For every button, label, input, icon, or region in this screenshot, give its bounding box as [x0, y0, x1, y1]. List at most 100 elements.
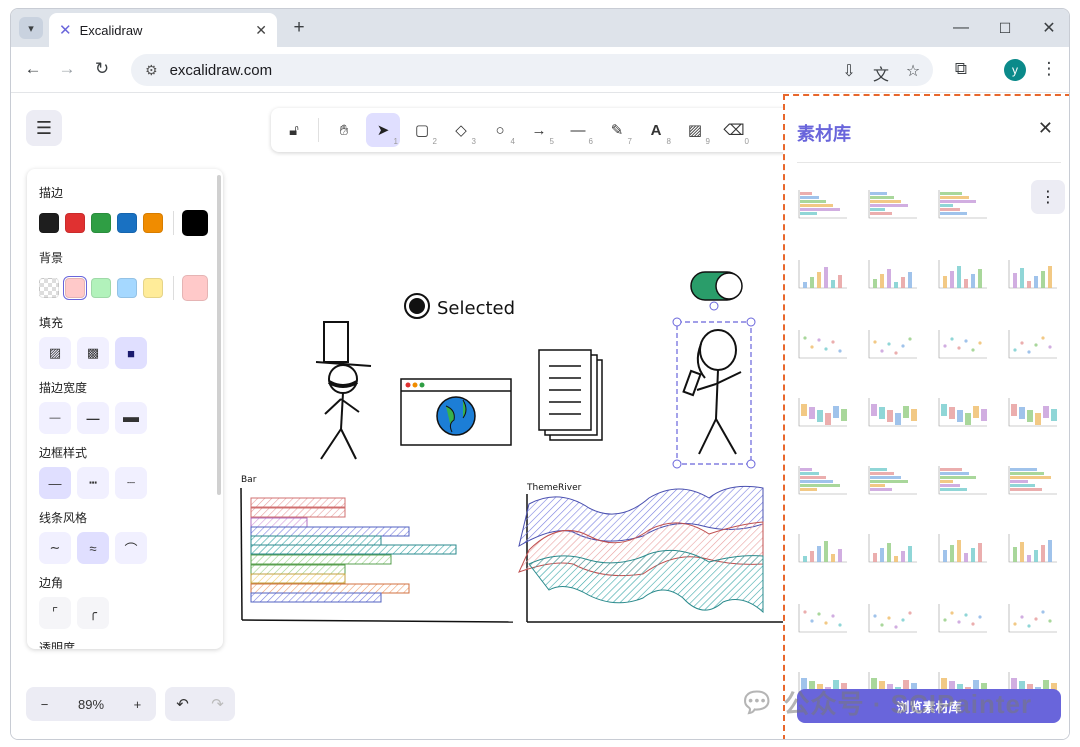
- library-item[interactable]: [797, 328, 849, 360]
- bg-swatch-green[interactable]: [91, 278, 111, 298]
- library-item[interactable]: [797, 258, 849, 290]
- back-icon[interactable]: ←: [21, 59, 45, 79]
- library-item[interactable]: [867, 396, 919, 428]
- tool-line[interactable]: —6: [561, 113, 595, 147]
- library-item[interactable]: [867, 328, 919, 360]
- library-item[interactable]: [797, 464, 849, 496]
- tool-text[interactable]: A8: [639, 113, 673, 147]
- bg-swatch-yellow[interactable]: [143, 278, 163, 298]
- tool-draw[interactable]: ✎ 7: [600, 113, 634, 147]
- stroke-current-color[interactable]: [182, 210, 208, 236]
- main-menu-button[interactable]: ☰: [26, 110, 62, 146]
- sloppiness-architect-button[interactable]: ∼: [39, 532, 71, 564]
- tab-excalidraw[interactable]: ✕ Excalidraw ✕: [49, 13, 277, 47]
- library-item[interactable]: [937, 396, 989, 428]
- tool-image[interactable]: ▨ 9: [678, 113, 712, 147]
- tool-hand[interactable]: ✋︎: [327, 113, 361, 147]
- library-item[interactable]: [867, 464, 919, 496]
- documents-stack-sketch[interactable]: [538, 349, 603, 441]
- bg-swatch-transparent[interactable]: [39, 278, 59, 298]
- stroke-swatch-red[interactable]: [65, 213, 85, 233]
- bg-current-color[interactable]: [182, 275, 208, 301]
- library-item[interactable]: [937, 602, 989, 634]
- library-item[interactable]: [867, 532, 919, 564]
- bg-swatch-blue[interactable]: [117, 278, 137, 298]
- library-item[interactable]: [797, 602, 849, 634]
- bg-swatch-pink[interactable]: [63, 276, 87, 300]
- menu-kebab-icon[interactable]: ⋮: [1037, 59, 1061, 79]
- library-item[interactable]: [937, 328, 989, 360]
- profile-avatar[interactable]: y: [1004, 59, 1026, 81]
- stroke-swatch-green[interactable]: [91, 213, 111, 233]
- library-item[interactable]: [937, 464, 989, 496]
- bookmark-star-icon[interactable]: ☆: [901, 61, 925, 81]
- library-item[interactable]: [1007, 396, 1059, 428]
- maximize-button[interactable]: ☐: [993, 17, 1017, 39]
- minimize-button[interactable]: —: [949, 17, 973, 39]
- library-item[interactable]: [797, 396, 849, 428]
- tool-lock[interactable]: 🔓︎: [277, 113, 311, 147]
- tool-ellipse[interactable]: ○ 4: [483, 113, 517, 147]
- tool-eraser[interactable]: ⌫ 0: [717, 113, 751, 147]
- close-window-button[interactable]: ✕: [1037, 17, 1061, 39]
- zoom-out-button[interactable]: −: [41, 697, 49, 712]
- stroke-dashed-button[interactable]: ┅: [77, 467, 109, 499]
- woman-stick-figure[interactable]: [682, 329, 742, 455]
- library-item[interactable]: [1007, 258, 1059, 290]
- install-app-icon[interactable]: ⇩: [837, 61, 861, 81]
- library-item[interactable]: [867, 188, 919, 220]
- bar-chart-sketch[interactable]: Bar: [240, 475, 514, 623]
- fill-crosshatch-button[interactable]: ▩: [77, 337, 109, 369]
- stroke-swatch-black[interactable]: [39, 213, 59, 233]
- reload-icon[interactable]: ↻: [90, 59, 114, 79]
- drawing-canvas[interactable]: Selected Bar ThemeRiver ☰ 🔓︎ ✋︎ ➤ 1 ▢ 2 …: [11, 94, 1069, 739]
- zoom-in-button[interactable]: +: [134, 697, 142, 712]
- library-item[interactable]: [867, 258, 919, 290]
- toggle-switch-sketch[interactable]: [690, 271, 743, 301]
- tool-rectangle[interactable]: ▢ 2: [405, 113, 439, 147]
- site-settings-icon[interactable]: ⚙: [145, 62, 158, 79]
- magician-stick-figure[interactable]: [315, 321, 372, 460]
- library-item[interactable]: [1007, 532, 1059, 564]
- stroke-bold-button[interactable]: —: [77, 402, 109, 434]
- stroke-dotted-button[interactable]: ┈: [115, 467, 147, 499]
- stroke-swatch-orange[interactable]: [143, 213, 163, 233]
- library-item[interactable]: [1007, 602, 1059, 634]
- extensions-icon[interactable]: ⧉: [949, 59, 973, 79]
- translate-icon[interactable]: 文: [869, 61, 893, 85]
- zoom-level[interactable]: 89%: [78, 697, 104, 712]
- edges-round-button[interactable]: ╭: [77, 597, 109, 629]
- stroke-solid-button[interactable]: —: [39, 467, 71, 499]
- library-item[interactable]: [797, 532, 849, 564]
- sloppiness-artist-button[interactable]: ≈: [77, 532, 109, 564]
- undo-icon[interactable]: ↶: [176, 695, 189, 713]
- tool-selection[interactable]: ➤ 1: [366, 113, 400, 147]
- tool-arrow[interactable]: → 5: [522, 113, 556, 147]
- forward-icon[interactable]: →: [55, 59, 79, 79]
- sloppiness-cartoonist-button[interactable]: ⌒: [115, 532, 147, 564]
- close-tab-icon[interactable]: ✕: [255, 22, 267, 39]
- tab-search-button[interactable]: ▾: [19, 17, 43, 39]
- library-item[interactable]: [1007, 328, 1059, 360]
- library-item[interactable]: [867, 602, 919, 634]
- properties-scrollbar[interactable]: [217, 175, 221, 495]
- new-tab-button[interactable]: +: [287, 17, 311, 39]
- library-item[interactable]: [1007, 464, 1059, 496]
- library-item[interactable]: [937, 258, 989, 290]
- library-item[interactable]: [937, 532, 989, 564]
- url-field[interactable]: ⚙ excalidraw.com ⇩ 文 ☆: [131, 54, 933, 86]
- tool-diamond[interactable]: ◇ 3: [444, 113, 478, 147]
- library-item[interactable]: [797, 188, 849, 220]
- fill-solid-button[interactable]: ■: [115, 337, 147, 369]
- browser-globe-sketch[interactable]: [400, 378, 512, 446]
- selected-radio-sketch[interactable]: Selected: [404, 293, 515, 319]
- library-item[interactable]: [937, 188, 989, 220]
- stroke-thin-button[interactable]: —: [39, 402, 71, 434]
- fill-hachure-button[interactable]: ▨: [39, 337, 71, 369]
- stroke-extrabold-button[interactable]: ▬: [115, 402, 147, 434]
- library-more-button[interactable]: ⋮: [1031, 180, 1065, 214]
- themeriver-chart-sketch[interactable]: ThemeRiver: [518, 483, 783, 623]
- edges-sharp-button[interactable]: ⌜: [39, 597, 71, 629]
- library-close-icon[interactable]: ✕: [1038, 118, 1053, 139]
- stroke-swatch-blue[interactable]: [117, 213, 137, 233]
